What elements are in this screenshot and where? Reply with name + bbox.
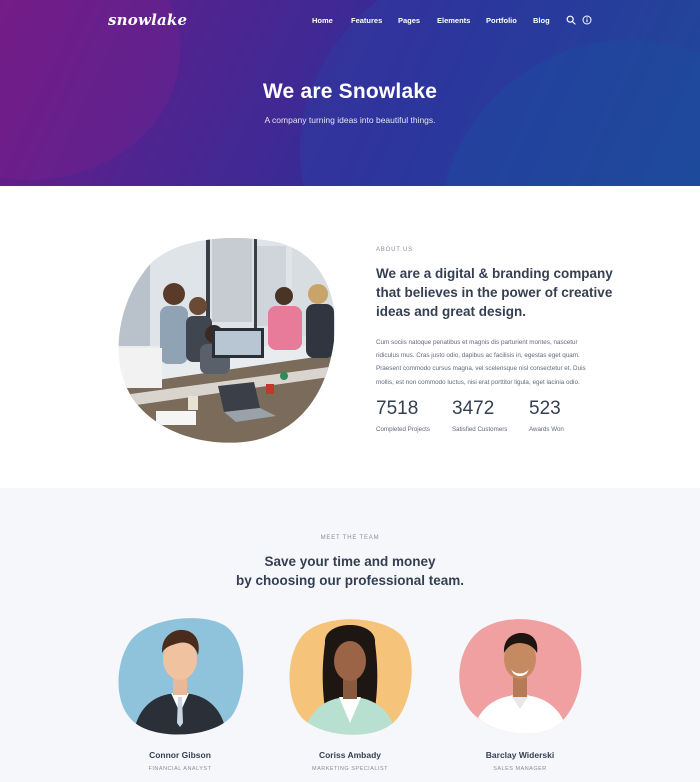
team-member-photo — [289, 619, 412, 735]
stat-value: 523 — [529, 398, 561, 419]
team-member-role: SALES MANAGER — [493, 766, 547, 772]
team-member-role: MARKETING SPECIALIST — [311, 766, 388, 772]
team-heading-line: by choosing our professional team. — [235, 573, 465, 588]
team-heading-line: Save your time and money — [264, 554, 436, 569]
team-heading: Save your time and money by choosing our… — [0, 552, 700, 590]
search-icon[interactable] — [566, 15, 576, 25]
info-icon[interactable] — [582, 15, 592, 25]
team-section-label: MEET THE TEAM — [320, 535, 380, 541]
team-member-card: Connor Gibson FINANCIAL ANALYST — [115, 613, 245, 772]
hero-section: snowlake Home Features Pages Elements Po… — [0, 0, 700, 186]
about-office-photo — [118, 237, 336, 443]
team-member-card: Barclay Widerski SALES MANAGER — [455, 613, 585, 772]
team-member-name: Connor Gibson — [149, 750, 211, 760]
team-member-card: Coriss Ambady MARKETING SPECIALIST — [285, 613, 415, 772]
navbar: snowlake Home Features Pages Elements Po… — [0, 0, 700, 42]
stat-completed-projects: 7518 Completed Projects — [376, 398, 430, 433]
team-member-role: FINANCIAL ANALYST — [148, 766, 212, 772]
logo[interactable]: snowlake — [108, 11, 187, 29]
nav-item-home[interactable]: Home — [312, 16, 351, 25]
hero-title: We are Snowlake — [262, 80, 438, 103]
team-member-photo — [118, 618, 244, 735]
stat-label: Completed Projects — [376, 426, 430, 433]
stat-label: Satisfied Customers — [452, 426, 508, 433]
team-section: MEET THE TEAM Save your time and money b… — [0, 488, 700, 782]
hero-subtitle: A company turning ideas into beautiful t… — [264, 115, 436, 125]
nav-item-features[interactable]: Features — [351, 16, 398, 25]
about-body-text: Cum sociis natoque penatibus et magnis d… — [376, 339, 586, 386]
main-menu: Home Features Pages Elements Portfolio B… — [312, 16, 563, 25]
nav-item-pages[interactable]: Pages — [398, 16, 437, 25]
stat-value: 7518 — [376, 398, 419, 419]
stat-value: 3472 — [452, 398, 495, 419]
team-member-photo — [459, 619, 582, 734]
about-heading: We are a digital & branding company that… — [376, 266, 613, 319]
nav-item-portfolio[interactable]: Portfolio — [486, 16, 533, 25]
nav-item-blog[interactable]: Blog — [533, 16, 563, 25]
team-member-name: Barclay Widerski — [485, 750, 555, 760]
team-member-name: Coriss Ambady — [318, 750, 382, 760]
stat-awards-won: 523 Awards Won — [529, 398, 564, 433]
about-section-label: ABOUT US — [376, 247, 413, 253]
stat-satisfied-customers: 3472 Satisfied Customers — [452, 398, 507, 433]
stat-label: Awards Won — [529, 426, 564, 433]
nav-item-elements[interactable]: Elements — [437, 16, 486, 25]
